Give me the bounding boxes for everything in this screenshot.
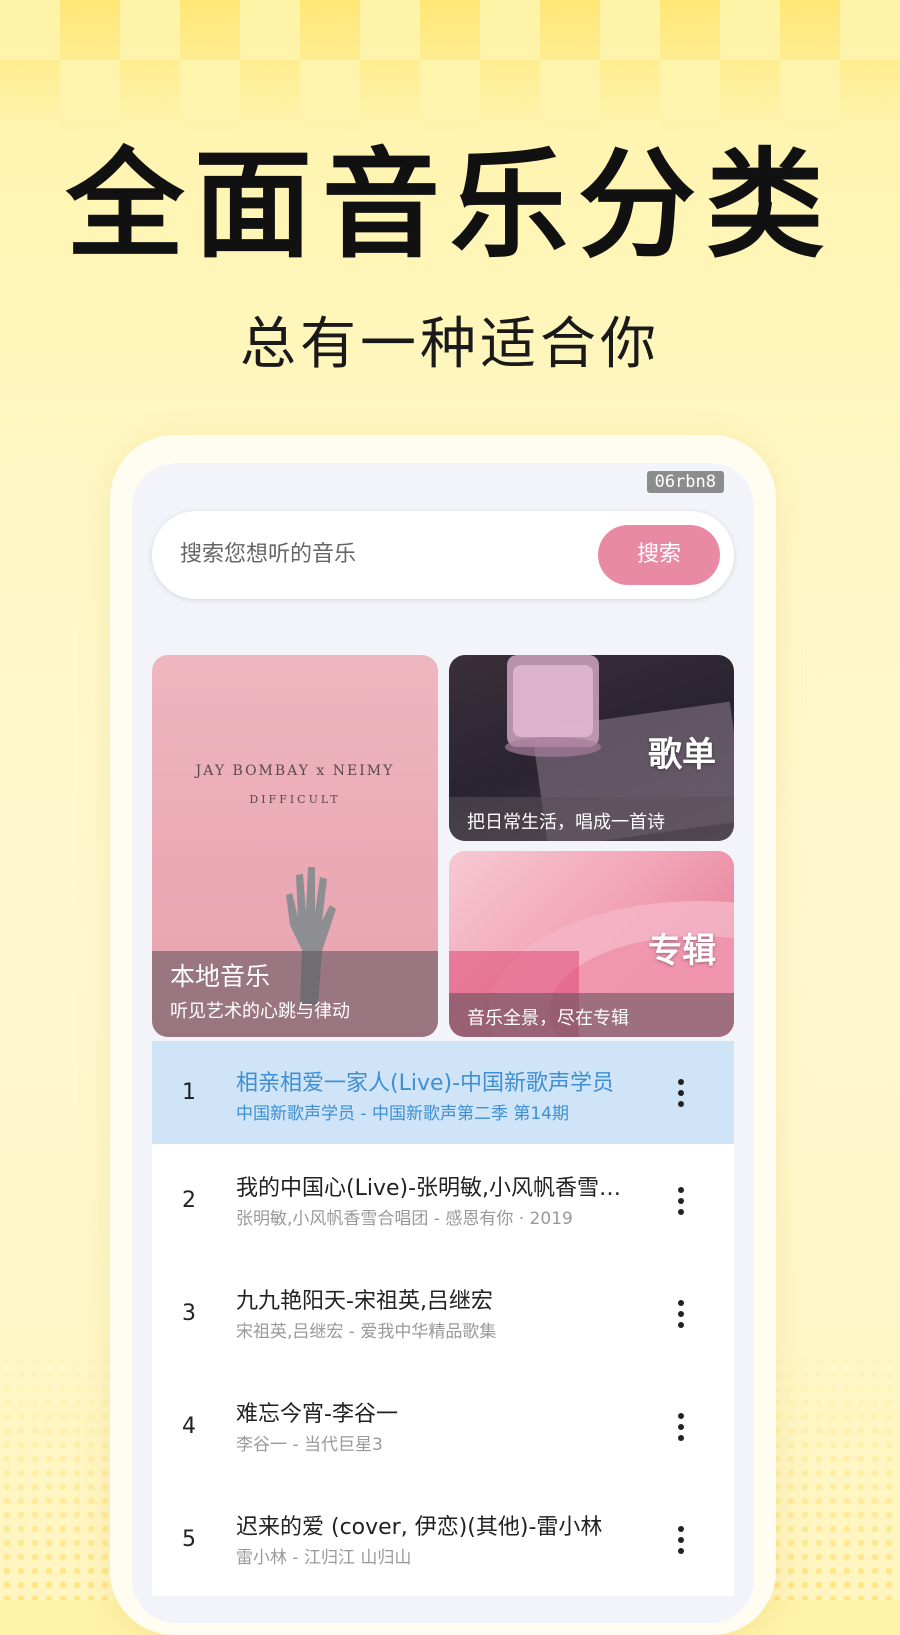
song-row[interactable]: 4 难忘今宵-李谷一 李谷一 - 当代巨星3: [152, 1370, 734, 1483]
local-music-overlay: 本地音乐 听见艺术的心跳与律动: [152, 951, 438, 1037]
more-options-icon[interactable]: [674, 1257, 688, 1370]
song-title: 我的中国心(Live)-张明敏,小风帆香雪合唱团: [236, 1176, 636, 1201]
song-subtitle: 李谷一 - 当代巨星3: [236, 1435, 383, 1455]
local-music-desc: 听见艺术的心跳与律动: [170, 1001, 350, 1022]
playlist-label: 歌单: [648, 735, 716, 775]
song-rank: 1: [182, 1080, 196, 1105]
song-title: 九九艳阳天-宋祖英,吕继宏: [236, 1289, 493, 1314]
song-title: 相亲相爱一家人(Live)-中国新歌声学员: [236, 1071, 615, 1096]
more-options-icon[interactable]: [674, 1041, 688, 1144]
search-button[interactable]: 搜索: [598, 525, 720, 585]
song-row[interactable]: 2 我的中国心(Live)-张明敏,小风帆香雪合唱团 张明敏,小风帆香雪合唱团 …: [152, 1144, 734, 1257]
album-desc: 音乐全景，尽在专辑: [467, 1008, 629, 1029]
category-card-local-music[interactable]: JAY BOMBAY x NEIMY DIFFICULT 本地音乐 听见艺术的心…: [152, 655, 438, 1037]
overlay-tag: 06rbn8: [646, 471, 724, 493]
more-options-icon[interactable]: [674, 1483, 688, 1596]
song-row[interactable]: 1 相亲相爱一家人(Live)-中国新歌声学员 中国新歌声学员 - 中国新歌声第…: [152, 1041, 734, 1144]
more-options-icon[interactable]: [674, 1144, 688, 1257]
more-options-icon[interactable]: [674, 1370, 688, 1483]
promo-headline: 全面音乐分类: [65, 136, 834, 274]
app-screen: 06rbn8 搜索 JAY BOMBAY x NEIMY DIFFICULT 本…: [132, 463, 754, 1623]
search-bar: 搜索: [152, 511, 734, 599]
song-title: 难忘今宵-李谷一: [236, 1402, 398, 1427]
song-rank: 4: [182, 1414, 196, 1439]
song-rank: 3: [182, 1301, 196, 1326]
promo-subline: 总有一种适合你: [240, 312, 660, 377]
category-card-album[interactable]: 专辑 音乐全景，尽在专辑: [449, 851, 734, 1037]
search-input[interactable]: [180, 511, 580, 599]
checker-background: [0, 0, 900, 130]
album-cover-title: DIFFICULT: [249, 793, 341, 806]
song-rank: 2: [182, 1188, 196, 1213]
album-label: 专辑: [648, 931, 716, 971]
song-rank: 5: [182, 1527, 196, 1552]
song-list: 1 相亲相爱一家人(Live)-中国新歌声学员 中国新歌声学员 - 中国新歌声第…: [152, 1041, 734, 1596]
song-subtitle: 张明敏,小风帆香雪合唱团 - 感恩有你 · 2019: [236, 1209, 573, 1229]
playlist-desc: 把日常生活，唱成一首诗: [467, 812, 665, 833]
category-card-playlist[interactable]: 歌单 把日常生活，唱成一首诗: [449, 655, 734, 841]
song-subtitle: 中国新歌声学员 - 中国新歌声第二季 第14期: [236, 1104, 569, 1124]
song-row[interactable]: 3 九九艳阳天-宋祖英,吕继宏 宋祖英,吕继宏 - 爱我中华精品歌集: [152, 1257, 734, 1370]
song-subtitle: 雷小林 - 江归江 山归山: [236, 1548, 412, 1568]
song-row[interactable]: 5 迟来的爱 (cover, 伊恋)(其他)-雷小林 雷小林 - 江归江 山归山: [152, 1483, 734, 1596]
phone-frame: 06rbn8 搜索 JAY BOMBAY x NEIMY DIFFICULT 本…: [110, 435, 776, 1635]
song-subtitle: 宋祖英,吕继宏 - 爱我中华精品歌集: [236, 1322, 497, 1342]
song-title: 迟来的爱 (cover, 伊恋)(其他)-雷小林: [236, 1515, 603, 1540]
playlist-overlay: 把日常生活，唱成一首诗: [449, 797, 734, 841]
album-cover-artist: JAY BOMBAY x NEIMY: [195, 763, 395, 779]
local-music-title: 本地音乐: [170, 962, 271, 991]
album-overlay: 音乐全景，尽在专辑: [449, 993, 734, 1037]
